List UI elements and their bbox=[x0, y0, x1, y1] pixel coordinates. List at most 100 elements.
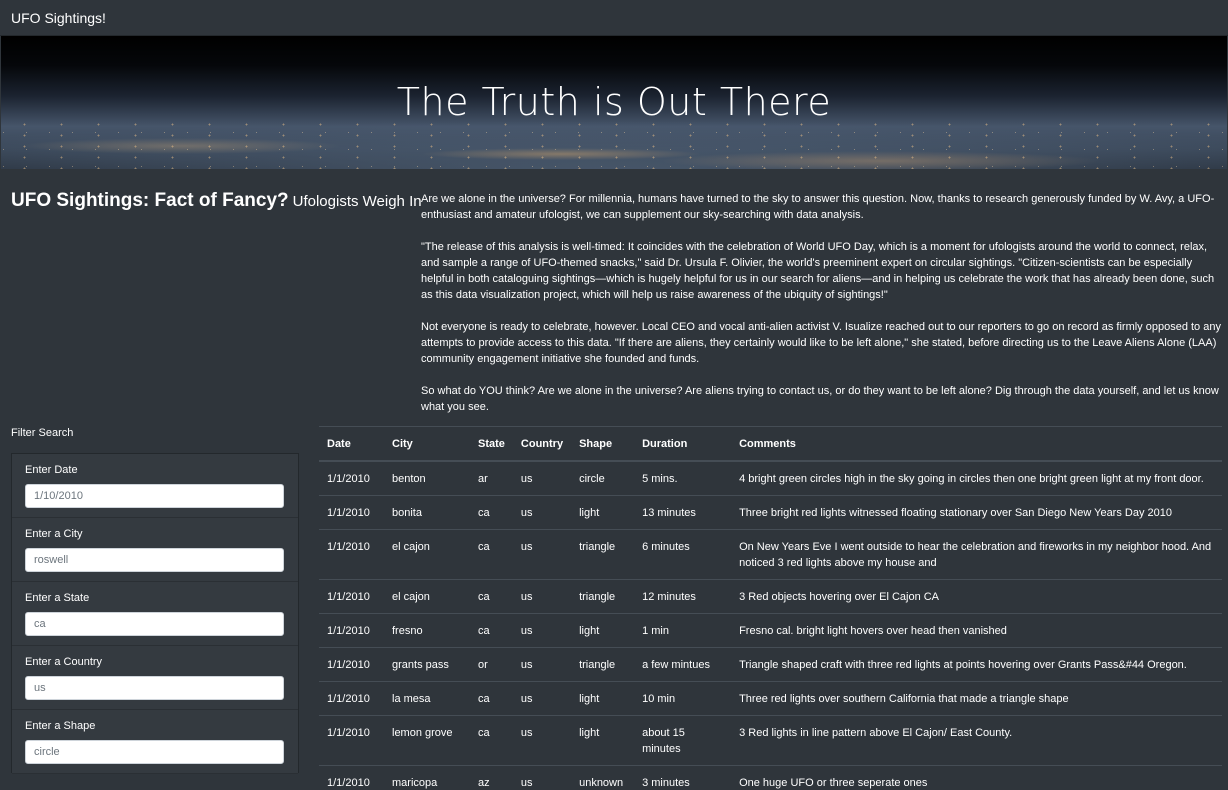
cell-state: or bbox=[470, 647, 513, 682]
cell-duration: 12 minutes bbox=[634, 579, 732, 614]
cell-country: us bbox=[512, 613, 572, 648]
cell-city: el cajon bbox=[384, 579, 470, 614]
table-row: 1/1/2010 lemon grove ca us light about 1… bbox=[319, 715, 1222, 766]
cell-duration: a few mintues bbox=[634, 647, 732, 682]
header-shape: Shape bbox=[571, 427, 635, 462]
cell-country: us bbox=[512, 715, 572, 766]
cell-comments: 3 Red objects hovering over El Cajon CA bbox=[731, 579, 1222, 614]
cell-duration: 3 minutes bbox=[634, 765, 732, 790]
cell-country: us bbox=[512, 495, 572, 530]
cell-date: 1/1/2010 bbox=[319, 765, 384, 790]
cell-country: us bbox=[512, 647, 572, 682]
navbar: UFO Sightings! bbox=[0, 0, 1228, 36]
cell-shape: triangle bbox=[571, 529, 635, 580]
filter-search-heading: Filter Search bbox=[11, 427, 74, 439]
cell-shape: light bbox=[571, 495, 635, 530]
date-input[interactable] bbox=[25, 484, 284, 508]
filter-shape: Enter a Shape bbox=[12, 710, 298, 774]
article-paragraph: Are we alone in the universe? For millen… bbox=[421, 193, 1215, 221]
filter-shape-label: Enter a Shape bbox=[25, 720, 96, 732]
cell-comments: On New Years Eve I went outside to hear … bbox=[731, 529, 1222, 580]
ufo-table: Date City State Country Shape Duration C… bbox=[319, 427, 1222, 790]
cell-duration: about 15 minutes bbox=[634, 715, 732, 766]
cell-comments: Fresno cal. bright light hovers over hea… bbox=[731, 613, 1222, 648]
cell-shape: triangle bbox=[571, 579, 635, 614]
cell-comments: 3 Red lights in line pattern above El Ca… bbox=[731, 715, 1222, 766]
cell-country: us bbox=[512, 461, 572, 496]
filter-city-label: Enter a City bbox=[25, 528, 83, 540]
cell-duration: 10 min bbox=[634, 681, 732, 716]
city-input[interactable] bbox=[25, 548, 284, 572]
article-paragraph: Not everyone is ready to celebrate, howe… bbox=[421, 321, 1221, 365]
state-input[interactable] bbox=[25, 612, 284, 636]
country-input[interactable] bbox=[25, 676, 284, 700]
cell-duration: 1 min bbox=[634, 613, 732, 648]
intro-title: UFO Sightings: Fact of Fancy? bbox=[11, 190, 289, 211]
ufo-table-container: Date City State Country Shape Duration C… bbox=[319, 426, 1222, 790]
filter-date-label: Enter Date bbox=[25, 464, 78, 476]
table-row: 1/1/2010 maricopa az us unknown 3 minute… bbox=[319, 765, 1222, 790]
cell-state: ca bbox=[470, 613, 513, 648]
cell-city: bonita bbox=[384, 495, 470, 530]
cell-city: el cajon bbox=[384, 529, 470, 580]
cell-shape: light bbox=[571, 681, 635, 716]
cell-city: lemon grove bbox=[384, 715, 470, 766]
article-paragraph: So what do YOU think? Are we alone in th… bbox=[421, 385, 1219, 413]
header-country: Country bbox=[512, 427, 572, 462]
cell-comments: Three bright red lights witnessed floati… bbox=[731, 495, 1222, 530]
header-city: City bbox=[384, 427, 470, 462]
table-row: 1/1/2010 benton ar us circle 5 mins. 4 b… bbox=[319, 461, 1222, 496]
table-row: 1/1/2010 la mesa ca us light 10 min Thre… bbox=[319, 681, 1222, 716]
cell-date: 1/1/2010 bbox=[319, 715, 384, 766]
cell-country: us bbox=[512, 529, 572, 580]
cell-city: fresno bbox=[384, 613, 470, 648]
cell-shape: triangle bbox=[571, 647, 635, 682]
header-comments: Comments bbox=[731, 427, 1222, 462]
cell-shape: unknown bbox=[571, 765, 635, 790]
filter-country-label: Enter a Country bbox=[25, 656, 103, 668]
cell-shape: light bbox=[571, 613, 635, 648]
header-duration: Duration bbox=[634, 427, 732, 462]
filter-city: Enter a City bbox=[12, 518, 298, 582]
cell-state: ca bbox=[470, 529, 513, 580]
table-row: 1/1/2010 bonita ca us light 13 minutes T… bbox=[319, 495, 1222, 530]
hero-banner: The Truth is Out There bbox=[1, 36, 1227, 169]
table-row: 1/1/2010 el cajon ca us triangle 12 minu… bbox=[319, 579, 1222, 614]
cell-date: 1/1/2010 bbox=[319, 529, 384, 580]
cell-state: ca bbox=[470, 681, 513, 716]
cell-city: la mesa bbox=[384, 681, 470, 716]
filter-date: Enter Date bbox=[12, 454, 298, 518]
cell-city: benton bbox=[384, 461, 470, 496]
article-paragraph: "The release of this analysis is well-ti… bbox=[421, 241, 1215, 301]
cell-state: ca bbox=[470, 715, 513, 766]
cell-state: ca bbox=[470, 579, 513, 614]
filter-state-label: Enter a State bbox=[25, 592, 90, 604]
cell-comments: One huge UFO or three seperate ones bbox=[731, 765, 1222, 790]
cell-state: ca bbox=[470, 495, 513, 530]
article-body: Are we alone in the universe? For millen… bbox=[421, 191, 1221, 431]
cell-duration: 13 minutes bbox=[634, 495, 732, 530]
cell-country: us bbox=[512, 765, 572, 790]
cell-shape: light bbox=[571, 715, 635, 766]
cell-date: 1/1/2010 bbox=[319, 681, 384, 716]
table-row: 1/1/2010 grants pass or us triangle a fe… bbox=[319, 647, 1222, 682]
cell-duration: 5 mins. bbox=[634, 461, 732, 496]
table-row: 1/1/2010 el cajon ca us triangle 6 minut… bbox=[319, 529, 1222, 580]
cell-shape: circle bbox=[571, 461, 635, 496]
navbar-brand-link[interactable]: UFO Sightings! bbox=[11, 10, 106, 26]
cell-state: ar bbox=[470, 461, 513, 496]
intro-subtitle: Ufologists Weigh In bbox=[292, 193, 422, 210]
cell-country: us bbox=[512, 681, 572, 716]
cell-city: grants pass bbox=[384, 647, 470, 682]
intro-heading: UFO Sightings: Fact of Fancy? Ufologists … bbox=[11, 190, 422, 212]
cell-date: 1/1/2010 bbox=[319, 461, 384, 496]
cell-city: maricopa bbox=[384, 765, 470, 790]
cell-date: 1/1/2010 bbox=[319, 579, 384, 614]
filter-state: Enter a State bbox=[12, 582, 298, 646]
cell-state: az bbox=[470, 765, 513, 790]
hero-title: The Truth is Out There bbox=[396, 80, 832, 124]
filter-panel: Enter Date Enter a City Enter a State En… bbox=[11, 453, 299, 774]
header-date: Date bbox=[319, 427, 384, 462]
shape-input[interactable] bbox=[25, 740, 284, 764]
table-row: 1/1/2010 fresno ca us light 1 min Fresno… bbox=[319, 613, 1222, 648]
